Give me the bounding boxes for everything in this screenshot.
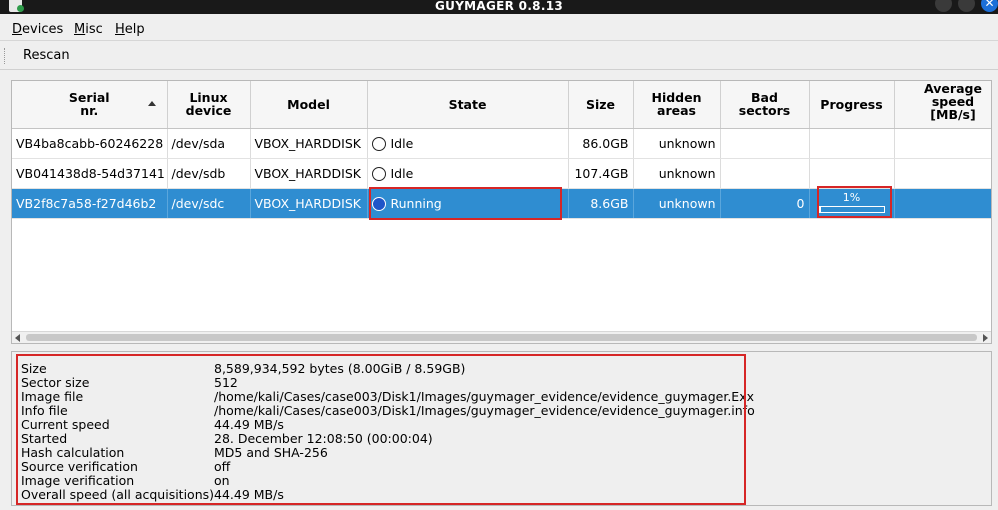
- cell-average-speed: [894, 128, 991, 159]
- cell-bad-sectors: [720, 128, 810, 159]
- cell-hidden-areas: unknown: [633, 188, 721, 219]
- col-model[interactable]: Model: [250, 81, 368, 129]
- progress-bar: 1%: [818, 191, 885, 213]
- cell-model: VBOX_HARDDISK: [250, 158, 368, 189]
- scroll-left-icon[interactable]: [15, 334, 20, 342]
- sort-ascending-icon: [147, 101, 156, 106]
- col-serial[interactable]: Serial nr.: [12, 81, 168, 129]
- cell-serial: VB041438d8-54d37141: [12, 158, 168, 189]
- menu-misc[interactable]: Misc: [74, 22, 103, 37]
- device-table: Serial nr. Linux device Model State Size…: [11, 80, 992, 344]
- progress-label: 1%: [842, 191, 861, 204]
- toolbar-grip[interactable]: [4, 48, 7, 64]
- cell-hidden-areas: unknown: [633, 158, 721, 189]
- table-row-selected[interactable]: VB2f8c7a58-f27d46b2 /dev/sdc VBOX_HARDDI…: [12, 188, 991, 219]
- cell-bad-sectors: [720, 158, 810, 189]
- running-state-icon: [371, 196, 386, 211]
- cell-model: VBOX_HARDDISK: [250, 188, 368, 219]
- cell-serial: VB4ba8cabb-60246228: [12, 128, 168, 159]
- idle-state-icon: [371, 136, 386, 151]
- col-hidden-areas[interactable]: Hidden areas: [633, 81, 721, 129]
- idle-state-icon: [371, 166, 386, 181]
- device-info-panel: Size 8,589,934,592 bytes (8.00GiB / 8.59G…: [11, 351, 992, 506]
- cell-progress: [809, 128, 895, 159]
- close-icon: ✕: [984, 0, 995, 10]
- cell-average-speed: [894, 158, 991, 189]
- horizontal-scrollbar[interactable]: [12, 331, 991, 343]
- cell-size: 86.0GB: [568, 128, 634, 159]
- col-progress[interactable]: Progress: [809, 81, 895, 129]
- menu-devices[interactable]: Devices: [12, 22, 63, 37]
- cell-progress: [809, 158, 895, 189]
- toolbar: Rescan: [0, 42, 998, 70]
- cell-state: Idle: [367, 128, 569, 159]
- cell-average-speed: [894, 188, 991, 219]
- table-row[interactable]: VB041438d8-54d37141 /dev/sdb VBOX_HARDDI…: [12, 158, 991, 189]
- cell-size: 8.6GB: [568, 188, 634, 219]
- col-state[interactable]: State: [367, 81, 569, 129]
- cell-state: Idle: [367, 158, 569, 189]
- progress-fill: [819, 207, 821, 212]
- table-header: Serial nr. Linux device Model State Size…: [12, 81, 991, 129]
- cell-hidden-areas: unknown: [633, 128, 721, 159]
- cell-bad-sectors: 0: [720, 188, 810, 219]
- cell-linux-device: /dev/sdc: [167, 188, 251, 219]
- col-bad-sectors[interactable]: Bad sectors: [720, 81, 810, 129]
- cell-linux-device: /dev/sda: [167, 128, 251, 159]
- cell-progress: 1%: [809, 188, 895, 219]
- table-row[interactable]: VB4ba8cabb-60246228 /dev/sda VBOX_HARDDI…: [12, 128, 991, 159]
- title-bar: GUYMAGER 0.8.13 ✕: [0, 0, 998, 14]
- rescan-button[interactable]: Rescan: [18, 46, 75, 66]
- scrollbar-thumb[interactable]: [26, 334, 977, 341]
- col-average-speed[interactable]: Average speed [MB/s]: [894, 81, 991, 129]
- col-size[interactable]: Size: [568, 81, 634, 129]
- menu-bar: Devices Misc Help: [0, 19, 998, 41]
- window-title: GUYMAGER 0.8.13: [435, 0, 563, 13]
- cell-state: Running: [367, 188, 569, 219]
- cell-serial: VB2f8c7a58-f27d46b2: [12, 188, 168, 219]
- cell-linux-device: /dev/sdb: [167, 158, 251, 189]
- cell-size: 107.4GB: [568, 158, 634, 189]
- menu-help[interactable]: Help: [115, 22, 145, 37]
- cell-model: VBOX_HARDDISK: [250, 128, 368, 159]
- col-linux-device[interactable]: Linux device: [167, 81, 251, 129]
- scroll-right-icon[interactable]: [983, 334, 988, 342]
